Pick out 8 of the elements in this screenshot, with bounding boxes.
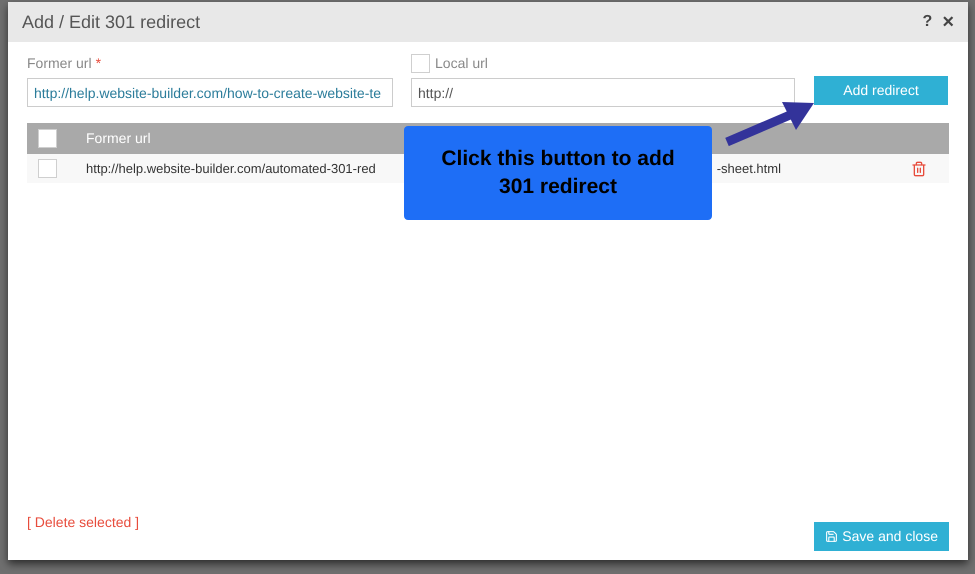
field-label: Local url bbox=[435, 54, 488, 72]
field-label: Former url bbox=[27, 54, 92, 72]
required-mark: * bbox=[96, 54, 102, 72]
table-cell-text: -sheet.html bbox=[716, 160, 781, 178]
table-cell-text: http://help.website-builder.com/automated-301-red bbox=[86, 160, 376, 178]
callout-text: Click this button to add 301 redirect bbox=[440, 146, 676, 200]
dialog-title: Add / Edit 301 redirect bbox=[22, 10, 200, 34]
column-header: Former url bbox=[86, 129, 152, 148]
